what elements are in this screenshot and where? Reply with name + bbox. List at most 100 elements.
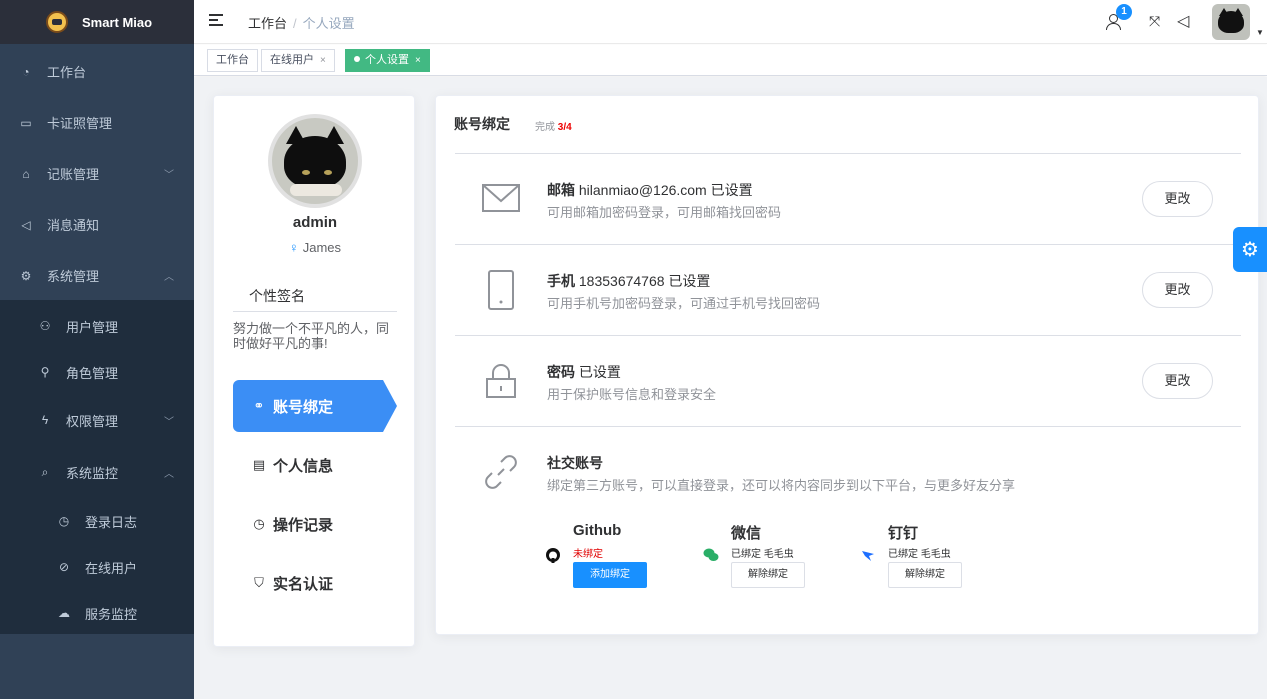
sidebar-item-label: 登录日志: [85, 514, 138, 530]
sidebar-item-system[interactable]: ⚙ 系统管理 ︿: [0, 250, 194, 301]
profile-nav-label: 实名认证: [273, 575, 334, 593]
password-row-title: 密码 已设置: [547, 364, 621, 380]
platform-status: 已绑定 毛毛虫: [731, 549, 794, 560]
profile-nav-label: 操作记录: [273, 516, 334, 534]
phone-row-title: 手机 18353674768 已设置: [547, 273, 711, 289]
sidebar-item-accounting[interactable]: ⌂ 记账管理 ﹀: [0, 148, 194, 199]
change-email-button[interactable]: 更改: [1142, 181, 1213, 217]
active-dot-icon: [354, 56, 360, 62]
lightbulb-icon: ♀: [288, 240, 299, 255]
platform-status: 已绑定 毛毛虫: [888, 549, 951, 560]
progress-value: 3/4: [557, 122, 572, 133]
sidebar-item-label: 角色管理: [66, 365, 119, 381]
divider: [455, 244, 1241, 245]
breadcrumb: 工作台 / 个人设置: [248, 13, 355, 32]
notification-badge: 1: [1116, 4, 1132, 20]
main-content: admin ♀ James 个性签名 努力做一个不平凡的人，同时做好平凡的事! ⚭…: [194, 77, 1267, 699]
add-binding-button[interactable]: 添加绑定: [573, 562, 647, 588]
megaphone-icon[interactable]: ◁: [1177, 11, 1189, 31]
sidebar-item-login-log[interactable]: ◷ 登录日志: [0, 498, 194, 544]
fullscreen-icon[interactable]: ⤧: [1149, 13, 1160, 30]
platform-name: 钉钉: [888, 525, 919, 542]
sidebar-item-service-monitor[interactable]: ☁ 服务监控: [0, 590, 194, 636]
profile-nav-verification[interactable]: ⛉ 实名认证: [233, 557, 383, 609]
caret-down-icon[interactable]: ▼: [1256, 28, 1264, 37]
sidebar-item-label: 系统监控: [66, 465, 119, 481]
avatar[interactable]: [1212, 4, 1250, 40]
phone-icon: [488, 270, 514, 310]
profile-card: admin ♀ James 个性签名 努力做一个不平凡的人，同时做好平凡的事! ⚭…: [213, 95, 415, 647]
change-password-button[interactable]: 更改: [1142, 363, 1213, 399]
sidebar-item-label: 消息通知: [47, 218, 100, 233]
sidebar-item-online-users[interactable]: ⊘ 在线用户: [0, 544, 194, 590]
social-row-desc: 绑定第三方账号，可以直接登录，还可以将内容同步到以下平台，与更多好友分享: [547, 478, 1016, 493]
profile-nav-label: 个人信息: [273, 457, 334, 475]
tag-profile-settings[interactable]: 个人设置 ×: [345, 49, 430, 72]
profile-nav-personal-info[interactable]: ▤ 个人信息: [233, 439, 383, 491]
tag-online-users[interactable]: 在线用户 ×: [261, 49, 335, 72]
platform-name: Github: [573, 522, 622, 539]
logo-icon: [46, 11, 68, 33]
sidebar-item-dashboard[interactable]: ◔ 工作台: [0, 46, 194, 97]
sidebar-logo[interactable]: Smart Miao: [0, 0, 194, 44]
top-navbar: 工作台 / 个人设置 1 ⤧ ◁ ▼: [194, 0, 1267, 44]
signature-label: 个性签名: [249, 288, 305, 304]
megaphone-icon: ◁: [21, 217, 31, 232]
profile-avatar[interactable]: [268, 114, 362, 208]
cloud-icon: ☁: [58, 606, 70, 620]
clock-icon: ◷: [58, 514, 70, 528]
tags-view: 工作台 在线用户 × 个人设置 ×: [194, 45, 1267, 76]
dingtalk-icon: [862, 551, 874, 561]
social-row-title: 社交账号: [547, 455, 603, 471]
signature-text: 努力做一个不平凡的人，同时做好平凡的事!: [233, 321, 390, 351]
sidebar-item-label: 工作台: [47, 65, 87, 80]
hamburger-icon[interactable]: [209, 14, 223, 26]
tag-dashboard[interactable]: 工作台: [207, 49, 258, 72]
wechat-icon: [703, 548, 719, 561]
sidebar-item-label: 用户管理: [66, 319, 119, 335]
role-icon: ⚲: [40, 365, 50, 379]
sidebar-item-notifications[interactable]: ◁ 消息通知: [0, 199, 194, 250]
sidebar-item-monitor[interactable]: ⌕ 系统监控 ︿: [0, 449, 194, 495]
divider: [455, 335, 1241, 336]
lock-icon: [486, 364, 516, 398]
tag-label: 个人设置: [365, 54, 409, 66]
chevron-up-icon: ︿: [164, 272, 174, 283]
breadcrumb-item[interactable]: 工作台: [248, 16, 287, 31]
close-icon[interactable]: ×: [415, 55, 421, 66]
profile-username: admin: [292, 214, 338, 231]
link-icon: ⊘: [58, 560, 70, 574]
phone-row-desc: 可用手机号加密码登录，可通过手机号找回密码: [547, 296, 821, 311]
unbind-button[interactable]: 解除绑定: [888, 562, 962, 588]
shield-icon: ⛉: [254, 575, 264, 590]
link-icon: [485, 455, 517, 489]
unbind-button[interactable]: 解除绑定: [731, 562, 805, 588]
account-binding-card: 账号绑定 完成 3/4 邮箱 hilanmiao@126.com 已设置 可用邮…: [435, 95, 1259, 635]
lightning-icon: ϟ: [41, 413, 49, 427]
sidebar-item-roles[interactable]: ⚲ 角色管理: [0, 349, 194, 395]
sidebar-item-permissions[interactable]: ϟ 权限管理 ﹀: [0, 397, 194, 443]
card-title: 账号绑定: [454, 116, 510, 132]
binding-progress: 完成 3/4: [535, 122, 572, 133]
app-title: Smart Miao: [82, 14, 153, 30]
email-row-desc: 可用邮箱加密码登录，可用邮箱找回密码: [547, 205, 782, 220]
breadcrumb-separator: /: [293, 16, 297, 31]
clock-icon: ◷: [253, 516, 265, 531]
profile-nav-operation-log[interactable]: ◷ 操作记录: [233, 498, 383, 550]
profile-nav-account-binding[interactable]: ⚭ 账号绑定: [233, 380, 397, 432]
document-icon: ▤: [252, 457, 266, 472]
change-phone-button[interactable]: 更改: [1142, 272, 1213, 308]
settings-gear-button[interactable]: ⚙: [1233, 227, 1267, 272]
link-icon: ⚭: [253, 398, 265, 413]
folder-icon: ▭: [20, 115, 32, 130]
close-icon[interactable]: ×: [320, 55, 326, 66]
sidebar-item-users[interactable]: ⚇ 用户管理: [0, 303, 194, 349]
sidebar: Smart Miao ◔ 工作台 ▭ 卡证照管理 ⌂ 记账管理 ﹀ ◁ 消息通知…: [0, 0, 194, 699]
chevron-down-icon: ﹀: [164, 170, 174, 181]
sidebar-item-label: 权限管理: [66, 413, 119, 429]
profile-alias: ♀ James: [214, 240, 416, 255]
sidebar-item-cards[interactable]: ▭ 卡证照管理: [0, 97, 194, 148]
sidebar-item-label: 系统管理: [47, 269, 100, 284]
gear-icon: ⚙: [20, 268, 32, 283]
bank-icon: ⌂: [22, 166, 30, 181]
